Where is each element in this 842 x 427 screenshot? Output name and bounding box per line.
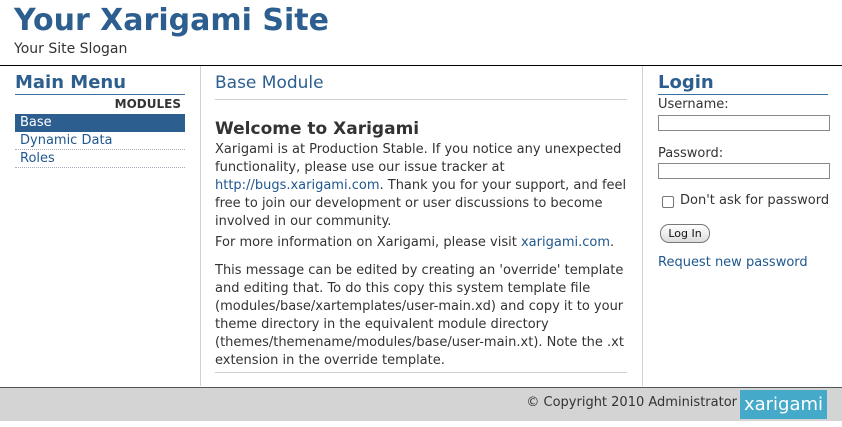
menu-item-base[interactable]: Base	[15, 114, 185, 132]
main-menu-title: Main Menu	[15, 72, 185, 95]
login-title: Login	[658, 72, 828, 95]
content-divider	[215, 372, 627, 373]
request-password-link[interactable]: Request new password	[658, 255, 808, 271]
menu-item-roles[interactable]: Roles	[15, 150, 185, 168]
menu-item-roles-link[interactable]: Roles	[20, 151, 55, 166]
password-label: Password:	[658, 146, 724, 161]
username-label: Username:	[658, 97, 729, 112]
remember-label[interactable]: Don't ask for password	[680, 193, 829, 209]
username-input[interactable]	[658, 115, 830, 131]
xarigami-site-link[interactable]: xarigami.com	[521, 235, 610, 250]
menu-item-base-link[interactable]: Base	[20, 115, 52, 130]
modules-section-label: MODULES	[114, 97, 181, 111]
module-title: Base Module	[215, 72, 627, 100]
site-header: Your Xarigami Site Your Site Slogan	[0, 0, 842, 66]
more-info-paragraph: For more information on Xarigami, please…	[215, 234, 627, 252]
menu-item-dynamic-data[interactable]: Dynamic Data	[15, 132, 185, 150]
intro-paragraph: Xarigami is at Production Stable. If you…	[215, 141, 627, 231]
intro-text-before: Xarigami is at Production Stable. If you…	[215, 142, 622, 175]
site-title[interactable]: Your Xarigami Site	[14, 2, 329, 40]
password-input[interactable]	[658, 163, 830, 179]
left-sidebar: Main Menu MODULES Base Dynamic Data Role…	[0, 66, 201, 386]
xarigami-logo[interactable]: xarigami	[740, 390, 827, 419]
right-sidebar: Login Username: Password: Don't ask for …	[642, 66, 842, 386]
login-button[interactable]: Log In	[660, 224, 710, 243]
main-menu-list: Base Dynamic Data Roles	[15, 114, 185, 168]
more-info-text-after: .	[610, 235, 615, 250]
more-info-text-before: For more information on Xarigami, please…	[215, 235, 521, 250]
menu-item-dynamic-data-link[interactable]: Dynamic Data	[20, 133, 113, 148]
site-slogan: Your Site Slogan	[14, 41, 128, 57]
site-footer: © Copyright 2010 Administrator xarigami	[0, 387, 842, 421]
main-content: Base Module Welcome to Xarigami Xarigami…	[201, 66, 641, 386]
override-paragraph: This message can be edited by creating a…	[215, 263, 624, 368]
welcome-heading: Welcome to Xarigami	[215, 119, 420, 139]
copyright-text: © Copyright 2010 Administrator	[526, 395, 737, 410]
remember-checkbox[interactable]	[662, 196, 674, 208]
bug-tracker-link[interactable]: http://bugs.xarigami.com	[215, 178, 379, 193]
